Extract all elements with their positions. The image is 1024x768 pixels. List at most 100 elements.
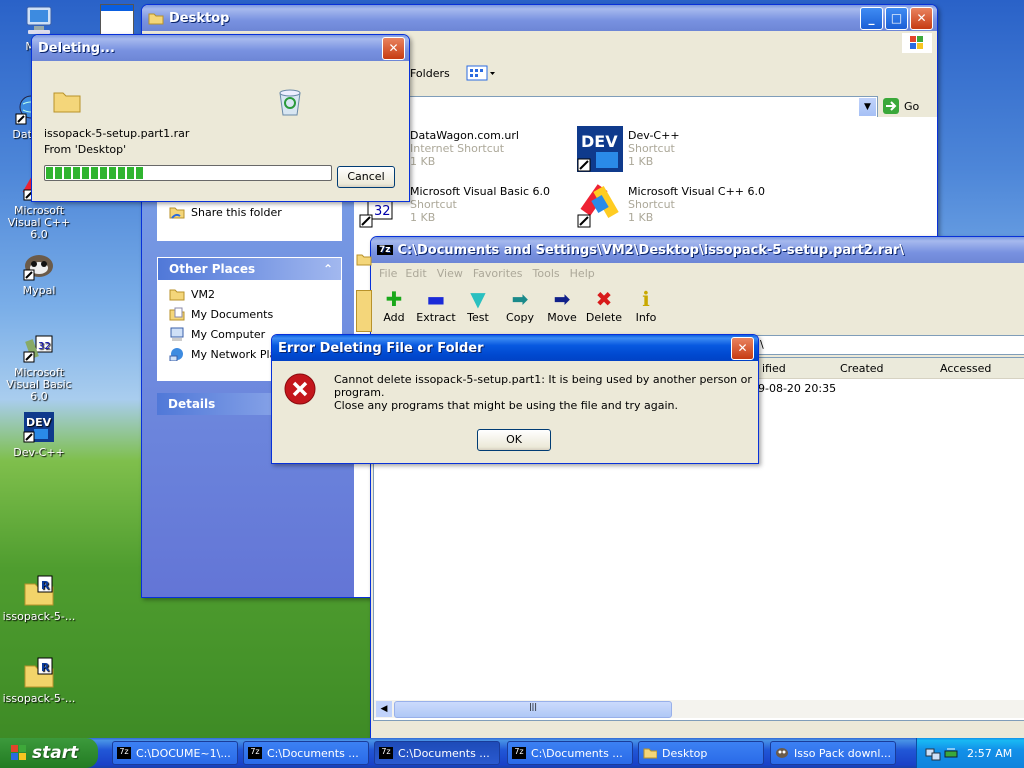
column-created[interactable]: Created <box>840 362 884 375</box>
share-folder-link[interactable]: Share this folder <box>158 202 341 222</box>
test-button[interactable]: ▼ Test <box>457 287 499 324</box>
error-hint: Close any programs that might be using t… <box>334 399 679 412</box>
task-button-1[interactable]: 7z C:\DOCUME~1\... <box>112 741 238 765</box>
start-button[interactable]: start <box>0 738 98 768</box>
task-button-3[interactable]: 7z C:\Documents ... <box>374 741 500 765</box>
file-name: DataWagon.com.url <box>410 129 519 142</box>
folder-icon <box>148 13 164 25</box>
copy-arrow-icon: ➡ <box>511 287 529 311</box>
maximize-button[interactable]: □ <box>885 6 908 30</box>
task-button-5[interactable]: Desktop <box>638 741 764 765</box>
address-dropdown-button[interactable]: ▼ <box>858 97 877 117</box>
delete-button[interactable]: ✖ Delete <box>583 287 625 324</box>
desktop-icon-mypal[interactable]: Mypal <box>0 248 78 297</box>
minus-icon: ▬ <box>426 287 446 311</box>
explorer-titlebar[interactable]: Desktop _ □ ✕ <box>142 5 937 31</box>
scroll-thumb[interactable]: ||| <box>394 701 672 718</box>
menu-file[interactable]: File <box>379 267 397 280</box>
horizontal-scrollbar[interactable]: ◀ ||| <box>374 700 1024 718</box>
desktop-icon-visual-basic[interactable]: 32 Microsoft Visual Basic 6.0 <box>0 330 78 403</box>
deleting-titlebar[interactable]: Deleting... ✕ <box>32 35 409 61</box>
place-label: VM2 <box>191 287 216 301</box>
safely-remove-hardware-icon[interactable] <box>943 745 959 761</box>
place-label: My Network Plac <box>191 347 283 361</box>
menu-edit[interactable]: Edit <box>405 267 426 280</box>
task-button-4[interactable]: 7z C:\Documents ... <box>507 741 633 765</box>
partial-folder-icon <box>356 290 372 332</box>
error-message: Cannot delete issopack-5-setup.part1: It… <box>334 373 752 399</box>
desktop-icon-devcpp[interactable]: DEV Dev-C++ <box>0 410 78 459</box>
info-icon: ℹ <box>642 287 650 311</box>
close-button[interactable]: ✕ <box>731 336 754 360</box>
move-button[interactable]: ➡ Move <box>541 287 583 324</box>
copy-button[interactable]: ➡ Copy <box>499 287 541 324</box>
file-item-visual-cpp[interactable]: Microsoft Visual C++ 6.0 Shortcut 1 KB <box>576 181 776 228</box>
scroll-left-button[interactable]: ◀ <box>376 701 392 717</box>
menu-favorites[interactable]: Favorites <box>473 267 523 280</box>
error-titlebar[interactable]: Error Deleting File or Folder ✕ <box>272 335 758 361</box>
go-button[interactable]: Go <box>882 96 934 116</box>
recycle-bin-icon <box>279 89 301 116</box>
deleting-from: From 'Desktop' <box>44 143 127 156</box>
views-button[interactable] <box>466 63 498 83</box>
add-button[interactable]: ✚ Add <box>373 287 415 324</box>
test-label: Test <box>467 311 489 324</box>
task-label: C:\Documents ... <box>398 746 490 760</box>
file-item-devcpp[interactable]: DEV Dev-C++ Shortcut 1 KB <box>576 125 776 172</box>
mypal-icon <box>22 248 56 282</box>
clock[interactable]: 2:57 AM <box>967 747 1012 760</box>
network-icon[interactable] <box>925 745 941 761</box>
close-button[interactable]: ✕ <box>382 36 405 60</box>
other-places-title: Other Places <box>169 262 256 276</box>
sevenzip-logo-icon: 7z <box>377 245 393 255</box>
progress-fill <box>46 167 146 179</box>
place-vm2[interactable]: VM2 <box>158 284 341 304</box>
sevenzip-titlebar[interactable]: 7z C:\Documents and Settings\VM2\Desktop… <box>371 237 1024 263</box>
dialog-title: Deleting... <box>38 40 115 56</box>
cancel-button[interactable]: Cancel <box>337 166 395 188</box>
copy-label: Copy <box>506 311 534 324</box>
minimize-button[interactable]: _ <box>860 6 883 30</box>
close-button[interactable]: ✕ <box>910 6 933 30</box>
menu-view[interactable]: View <box>437 267 463 280</box>
svg-text:32: 32 <box>38 341 51 352</box>
column-accessed[interactable]: Accessed <box>940 362 991 375</box>
folder-icon <box>169 289 185 301</box>
file-name: Dev-C++ <box>628 129 680 142</box>
menu-tools[interactable]: Tools <box>533 267 560 280</box>
task-button-2[interactable]: 7z C:\Documents ... <box>243 741 369 765</box>
info-button[interactable]: ℹ Info <box>625 287 667 324</box>
network-places-icon <box>169 348 183 361</box>
computer-icon <box>22 4 56 38</box>
menu-help[interactable]: Help <box>570 267 595 280</box>
file-item-visual-basic[interactable]: Microsoft Visual Basic 6.0 Shortcut 1 KB <box>410 185 570 224</box>
file-type: Internet Shortcut <box>410 142 505 155</box>
collapse-chevron-icon[interactable]: ⌃ <box>323 262 333 276</box>
desktop-icon-issopack-2[interactable]: R issopack-5-... <box>0 656 78 705</box>
sevenzip-icon: 7z <box>248 747 262 759</box>
deleting-filename: issopack-5-setup.part1.rar <box>44 127 190 140</box>
sevenzip-icon: 7z <box>117 747 131 759</box>
desktop-icon-issopack-1[interactable]: R issopack-5-... <box>0 574 78 623</box>
file-item-datawagon[interactable]: DataWagon.com.url Internet Shortcut 1 KB <box>410 129 570 168</box>
folder-icon <box>643 748 657 759</box>
move-arrow-icon: ➡ <box>553 287 571 311</box>
extract-button[interactable]: ▬ Extract <box>415 287 457 324</box>
task-button-6[interactable]: Isso Pack downl... <box>770 741 896 765</box>
svg-text:32: 32 <box>374 204 391 219</box>
svg-text:R: R <box>41 579 50 592</box>
add-label: Add <box>383 311 405 324</box>
sevenzip-window: 7z C:\Documents and Settings\VM2\Desktop… <box>370 236 1024 740</box>
file-type: Shortcut <box>410 198 457 211</box>
address-input[interactable] <box>404 96 878 118</box>
ok-button[interactable]: OK <box>477 429 551 451</box>
desktop-icon-label: Microsoft Visual C++ 6.0 <box>7 204 71 241</box>
other-places-header[interactable]: Other Places ⌃ <box>158 258 341 280</box>
devcpp-icon: DEV <box>22 410 56 444</box>
file-type: Shortcut <box>628 198 675 211</box>
delete-progress-bar <box>44 165 332 181</box>
windows-flag-icon <box>11 745 26 760</box>
column-modified[interactable]: ified <box>762 362 786 375</box>
place-my-documents[interactable]: My Documents <box>158 304 341 324</box>
window-shortcut-icon[interactable] <box>100 4 134 36</box>
